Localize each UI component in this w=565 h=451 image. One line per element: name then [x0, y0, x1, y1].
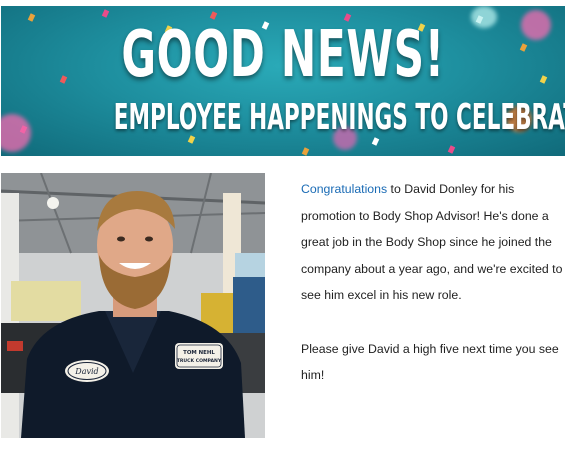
banner-subheadline: EMPLOYEE HAPPENINGS TO CELEBRATE	[113, 97, 565, 138]
employee-photo: David TOM NEHL TRUCK COMPANY	[1, 173, 265, 438]
article-body: Congratulations to David Donley for his …	[301, 176, 563, 389]
celebration-banner: GOOD NEWS! EMPLOYEE HAPPENINGS TO CELEBR…	[1, 6, 565, 156]
congratulations-link[interactable]: Congratulations	[301, 182, 387, 196]
confetti	[539, 75, 548, 84]
confetti	[27, 13, 36, 22]
confetti	[519, 43, 528, 52]
article-paragraph-2: Please give David a high five next time …	[301, 341, 559, 383]
company-patch-line1: TOM NEHL	[183, 350, 215, 356]
article-paragraph-1-text: to David Donley for his promotion to Bod…	[301, 182, 563, 302]
bokeh-light	[521, 10, 551, 40]
confetti	[447, 145, 456, 154]
confetti	[59, 75, 68, 84]
confetti	[301, 147, 310, 156]
company-patch-line2: TRUCK COMPANY	[177, 358, 222, 364]
article-paragraph-1: Congratulations to David Donley for his …	[301, 176, 563, 309]
bokeh-light	[1, 114, 31, 152]
banner-headline: GOOD NEWS!	[121, 18, 445, 92]
bokeh-light	[471, 6, 497, 28]
confetti	[371, 137, 380, 146]
employee-photo-illustration: David TOM NEHL TRUCK COMPANY	[1, 173, 265, 438]
confetti	[101, 9, 110, 18]
name-patch-text: David	[74, 367, 98, 376]
